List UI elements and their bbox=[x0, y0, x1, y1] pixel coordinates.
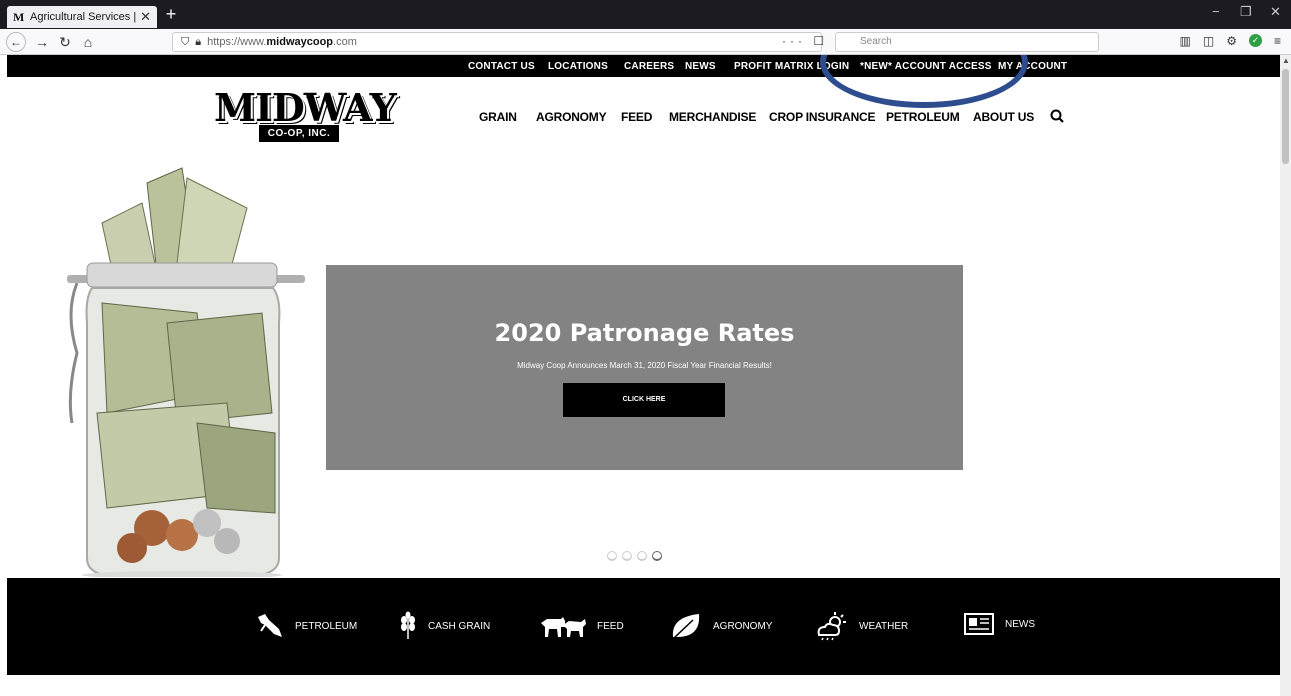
close-tab-icon[interactable]: ✕ bbox=[140, 9, 151, 25]
scroll-up-icon[interactable]: ▲ bbox=[1282, 56, 1290, 65]
nav-news[interactable]: NEWS bbox=[685, 61, 716, 72]
service-agronomy[interactable]: AGRONOMY bbox=[669, 611, 772, 641]
shield-icon: ⛉ bbox=[181, 35, 190, 48]
wheat-icon bbox=[401, 611, 415, 639]
home-icon[interactable]: ⌂ bbox=[78, 32, 98, 52]
slide-subtitle: Midway Coop Announces March 31, 2020 Fis… bbox=[517, 361, 772, 370]
back-icon[interactable]: ← bbox=[6, 32, 26, 52]
logo-wordmark: MIDWAY bbox=[214, 85, 397, 130]
url-host: midwaycoop bbox=[266, 36, 334, 48]
fuel-nozzle-icon bbox=[258, 614, 282, 637]
new-tab-button[interactable]: + bbox=[163, 5, 179, 23]
service-label: PETROLEUM bbox=[295, 620, 358, 632]
toolbar-icons: ▥ ◫ ⚙ ✓ ≡ bbox=[1180, 34, 1281, 48]
click-here-button[interactable]: CLICK HERE bbox=[563, 383, 725, 417]
service-feed[interactable]: FEED bbox=[539, 611, 624, 641]
minimize-icon[interactable]: − bbox=[1212, 4, 1220, 19]
page-scrollbar[interactable]: ▲ bbox=[1280, 55, 1291, 696]
search-input[interactable]: Search bbox=[835, 32, 1099, 52]
search-icon[interactable] bbox=[1049, 108, 1065, 124]
nav-agronomy[interactable]: AGRONOMY bbox=[536, 110, 607, 124]
menu-icon[interactable]: ≡ bbox=[1274, 34, 1281, 48]
url-prefix: https://www. bbox=[207, 36, 267, 48]
sidebar-icon[interactable]: ◫ bbox=[1203, 34, 1214, 48]
forward-icon[interactable]: → bbox=[32, 32, 52, 52]
tab-title: Agricultural Services | Livestock bbox=[30, 11, 137, 23]
slide-dot-2[interactable] bbox=[622, 551, 632, 561]
favicon-icon: M bbox=[13, 10, 25, 24]
browser-toolbar: ← → ↻ ⌂ ⛉ 🔒︎ https://www. midwaycoop .com … bbox=[0, 29, 1291, 55]
browser-tab-bar: M Agricultural Services | Livestock ✕ + … bbox=[0, 0, 1291, 29]
slide-dot-3[interactable] bbox=[637, 551, 647, 561]
browser-tab[interactable]: M Agricultural Services | Livestock ✕ bbox=[7, 6, 157, 28]
service-weather[interactable]: WEATHER bbox=[815, 611, 908, 641]
weather-icon bbox=[817, 612, 846, 641]
service-petroleum[interactable]: PETROLEUM bbox=[255, 611, 357, 641]
top-utility-nav: CONTACT US LOCATIONS CAREERS NEWS PROFIT… bbox=[7, 55, 1280, 77]
money-jar-image bbox=[67, 167, 305, 577]
reload-icon[interactable]: ↻ bbox=[55, 32, 75, 52]
site-logo[interactable]: MIDWAY CO-OP, INC. bbox=[214, 85, 397, 145]
restore-icon[interactable]: ❐ bbox=[1240, 4, 1252, 20]
nav-locations[interactable]: LOCATIONS bbox=[548, 61, 608, 72]
url-suffix: .com bbox=[333, 36, 357, 48]
nav-careers[interactable]: CAREERS bbox=[624, 61, 674, 72]
scroll-thumb[interactable] bbox=[1282, 69, 1289, 164]
slider-dots bbox=[607, 551, 662, 561]
nav-petroleum[interactable]: PETROLEUM bbox=[886, 110, 960, 124]
slide-dot-4[interactable] bbox=[652, 551, 662, 561]
nav-feed[interactable]: FEED bbox=[621, 110, 652, 124]
annotation-ellipse bbox=[820, 55, 1028, 108]
service-label: WEATHER bbox=[859, 620, 909, 632]
newspaper-icon bbox=[964, 613, 994, 635]
close-window-icon[interactable]: ✕ bbox=[1270, 4, 1281, 20]
livestock-icon bbox=[541, 617, 586, 637]
nav-about-us[interactable]: ABOUT US bbox=[973, 110, 1034, 124]
extension-icon[interactable]: ⚙ bbox=[1226, 34, 1237, 48]
lock-icon: 🔒︎ bbox=[195, 35, 202, 48]
leaf-icon bbox=[672, 614, 700, 639]
nav-grain[interactable]: GRAIN bbox=[479, 110, 517, 124]
slide-dot-1[interactable] bbox=[607, 551, 617, 561]
service-label: FEED bbox=[597, 620, 624, 632]
service-label: NEWS bbox=[1005, 618, 1035, 630]
service-cash-grain[interactable]: CASH GRAIN bbox=[398, 611, 490, 641]
nav-merchandise[interactable]: MERCHANDISE bbox=[669, 110, 756, 124]
check-icon[interactable]: ✓ bbox=[1248, 34, 1262, 47]
services-bar: PETROLEUM CASH GRAIN FEED AGRONOMY WEATH… bbox=[7, 578, 1280, 675]
service-news[interactable]: NEWS bbox=[963, 611, 1035, 637]
nav-contact-us[interactable]: CONTACT US bbox=[468, 61, 535, 72]
nav-crop-insurance[interactable]: CROP INSURANCE bbox=[769, 110, 876, 124]
library-icon[interactable]: ▥ bbox=[1180, 34, 1191, 48]
logo-subtitle: CO-OP, INC. bbox=[259, 125, 339, 142]
service-label: AGRONOMY bbox=[713, 620, 773, 632]
service-label: CASH GRAIN bbox=[428, 620, 491, 632]
slide-title: 2020 Patronage Rates bbox=[494, 319, 795, 347]
hero-slide: 2020 Patronage Rates Midway Coop Announc… bbox=[326, 265, 963, 470]
url-bar[interactable]: ⛉ 🔒︎ https://www. midwaycoop .com bbox=[172, 32, 822, 52]
page-viewport: CONTACT US LOCATIONS CAREERS NEWS PROFIT… bbox=[7, 55, 1280, 696]
